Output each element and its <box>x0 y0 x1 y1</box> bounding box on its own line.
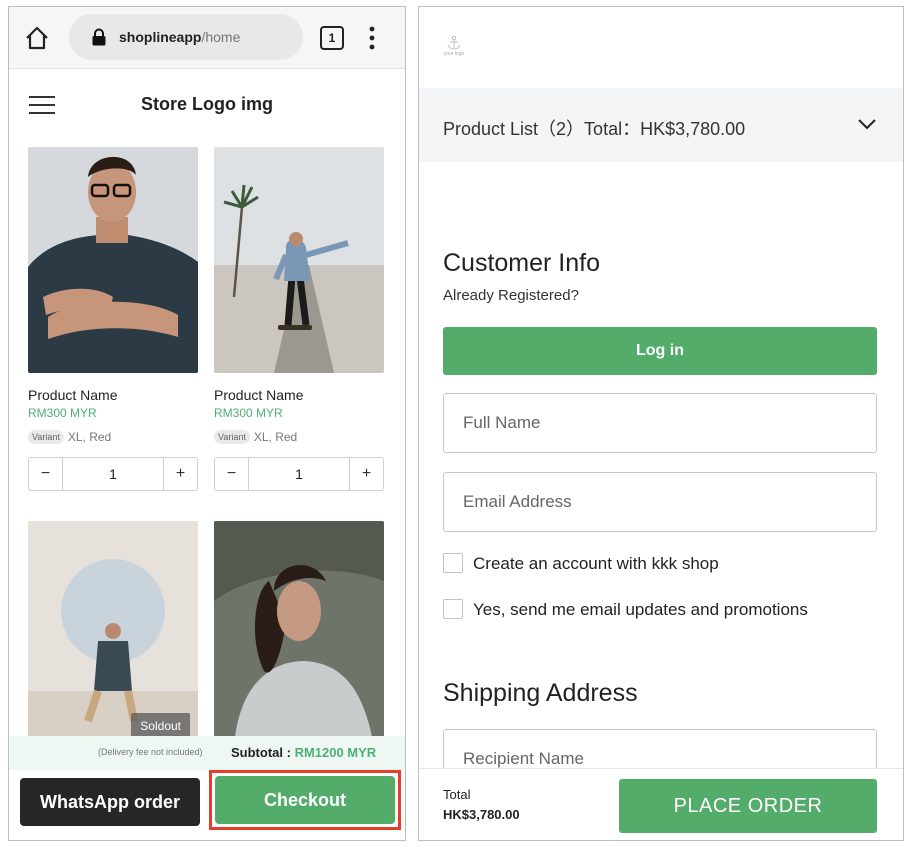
shop-mobile-view: shoplineapp/home 1 Store Logo img Produc… <box>8 6 406 841</box>
store-logo[interactable]: your logo <box>439 35 469 63</box>
logo-text: your logo <box>443 51 465 57</box>
total-value: HK$3,780.00 <box>443 807 520 822</box>
address-bar[interactable]: shoplineapp/home <box>69 14 303 60</box>
decrease-quantity-button[interactable]: − <box>29 458 63 490</box>
product-card[interactable]: Product Name RM300 MYR Variant XL, Red − … <box>214 147 384 491</box>
whatsapp-order-button[interactable]: WhatsApp order <box>20 778 200 826</box>
already-registered-text: Already Registered? <box>443 287 579 304</box>
product-list-total: Product List（2）Total：HK$3,780.00 <box>443 119 746 139</box>
product-image[interactable] <box>28 147 198 373</box>
checkout-button[interactable]: Checkout <box>215 776 395 824</box>
product-card[interactable]: Soldout <box>28 521 198 747</box>
full-name-field[interactable] <box>443 393 877 453</box>
place-order-button[interactable]: PLACE ORDER <box>619 779 877 833</box>
browser-toolbar: shoplineapp/home 1 <box>9 7 405 69</box>
increase-quantity-button[interactable]: + <box>349 458 383 490</box>
checkout-mobile-view: your logo Product List（2）Total：HK$3,780.… <box>418 6 904 841</box>
variant-value: XL, Red <box>253 430 298 444</box>
shipping-address-title: Shipping Address <box>443 679 638 707</box>
product-price: RM300 MYR <box>214 406 283 420</box>
total-label: Total <box>443 787 471 802</box>
product-name[interactable]: Product Name <box>214 387 303 403</box>
checkout-action-bar: WhatsApp order Checkout <box>9 770 405 840</box>
chevron-down-icon[interactable] <box>857 117 877 131</box>
product-image[interactable] <box>214 147 384 373</box>
customer-info-title: Customer Info <box>443 249 601 277</box>
product-variant: Variant XL, Red <box>214 430 297 444</box>
quantity-value[interactable]: 1 <box>249 458 349 490</box>
url-text: shoplineapp/home <box>119 29 240 45</box>
product-image[interactable] <box>214 521 384 747</box>
login-button[interactable]: Log in <box>443 327 877 375</box>
product-price: RM300 MYR <box>28 406 97 420</box>
product-name[interactable]: Product Name <box>28 387 117 403</box>
create-account-label: Create an account with kkk shop <box>473 554 719 573</box>
store-logo-title[interactable]: Store Logo img <box>9 94 405 115</box>
variant-tag: Variant <box>28 430 64 444</box>
url-path: /home <box>201 29 241 45</box>
product-image[interactable]: Soldout <box>28 521 198 747</box>
url-domain: shoplineapp <box>119 29 202 45</box>
create-account-checkbox[interactable] <box>443 553 463 573</box>
store-header: Store Logo img <box>9 69 405 145</box>
home-icon[interactable] <box>24 25 50 51</box>
quantity-stepper: − 1 + <box>28 457 198 491</box>
subtotal-value: RM1200 MYR <box>294 745 377 760</box>
delivery-fee-note: (Delivery fee not included) <box>98 747 203 757</box>
email-updates-option[interactable]: Yes, send me email updates and promotion… <box>443 599 808 620</box>
decrease-quantity-button[interactable]: − <box>215 458 249 490</box>
email-field[interactable] <box>443 472 877 532</box>
product-card[interactable] <box>214 521 384 747</box>
quantity-stepper: − 1 + <box>214 457 384 491</box>
product-card[interactable]: Product Name RM300 MYR Variant XL, Red − … <box>28 147 198 491</box>
order-total-bar: Total HK$3,780.00 PLACE ORDER <box>419 768 903 840</box>
email-updates-label: Yes, send me email updates and promotion… <box>473 600 808 619</box>
create-account-option[interactable]: Create an account with kkk shop <box>443 553 719 574</box>
increase-quantity-button[interactable]: + <box>163 458 197 490</box>
tab-count-button[interactable]: 1 <box>320 26 344 50</box>
more-menu-icon[interactable] <box>368 25 376 51</box>
product-variant: Variant XL, Red <box>28 430 111 444</box>
variant-value: XL, Red <box>67 430 112 444</box>
variant-tag: Variant <box>214 430 250 444</box>
subtotal-label: Subtotal : <box>231 745 291 760</box>
email-updates-checkbox[interactable] <box>443 599 463 619</box>
product-list-summary[interactable]: Product List（2）Total：HK$3,780.00 <box>419 88 903 162</box>
lock-icon <box>92 28 106 46</box>
quantity-value[interactable]: 1 <box>63 458 163 490</box>
subtotal: Subtotal : RM1200 MYR <box>231 745 376 760</box>
anchor-logo-icon <box>447 35 461 50</box>
subtotal-bar: (Delivery fee not included) Subtotal : R… <box>9 736 405 770</box>
